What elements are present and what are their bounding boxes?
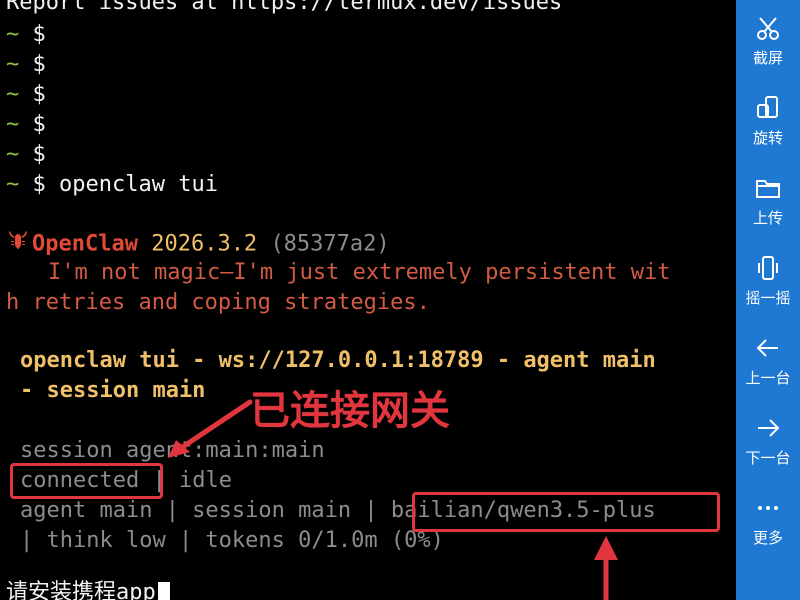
scissors-icon — [753, 13, 783, 43]
more-icon — [753, 493, 783, 523]
shake-label: 摇一摇 — [745, 288, 791, 307]
arrow-right-icon — [753, 413, 783, 443]
rotate-button[interactable]: 旋转 — [736, 80, 800, 160]
annotation-arrows — [168, 399, 618, 600]
terminal[interactable]: Report issues at https://termux.dev/issu… — [0, 0, 736, 600]
control-sidebar: 截屏 旋转 上传 摇一摇 上一台 下一台 更多 — [736, 0, 800, 600]
shake-button[interactable]: 摇一摇 — [736, 240, 800, 320]
more-label: 更多 — [752, 528, 783, 547]
arrow-head-model — [594, 536, 618, 560]
upload-button[interactable]: 上传 — [736, 160, 800, 240]
upload-label: 上传 — [752, 208, 783, 227]
screenshot-label: 截屏 — [752, 48, 783, 67]
rotate-icon — [753, 93, 783, 123]
previous-device-label: 上一台 — [745, 368, 791, 387]
screenshot-button[interactable]: 截屏 — [736, 0, 800, 80]
next-device-label: 下一台 — [745, 448, 791, 467]
previous-device-button[interactable]: 上一台 — [736, 320, 800, 400]
arrow-to-connected — [175, 399, 253, 453]
rotate-label: 旋转 — [752, 128, 783, 147]
arrow-left-icon — [753, 333, 783, 363]
next-device-button[interactable]: 下一台 — [736, 400, 800, 480]
folder-icon — [753, 173, 783, 203]
phone-shake-icon — [753, 253, 783, 283]
more-button[interactable]: 更多 — [736, 480, 800, 560]
